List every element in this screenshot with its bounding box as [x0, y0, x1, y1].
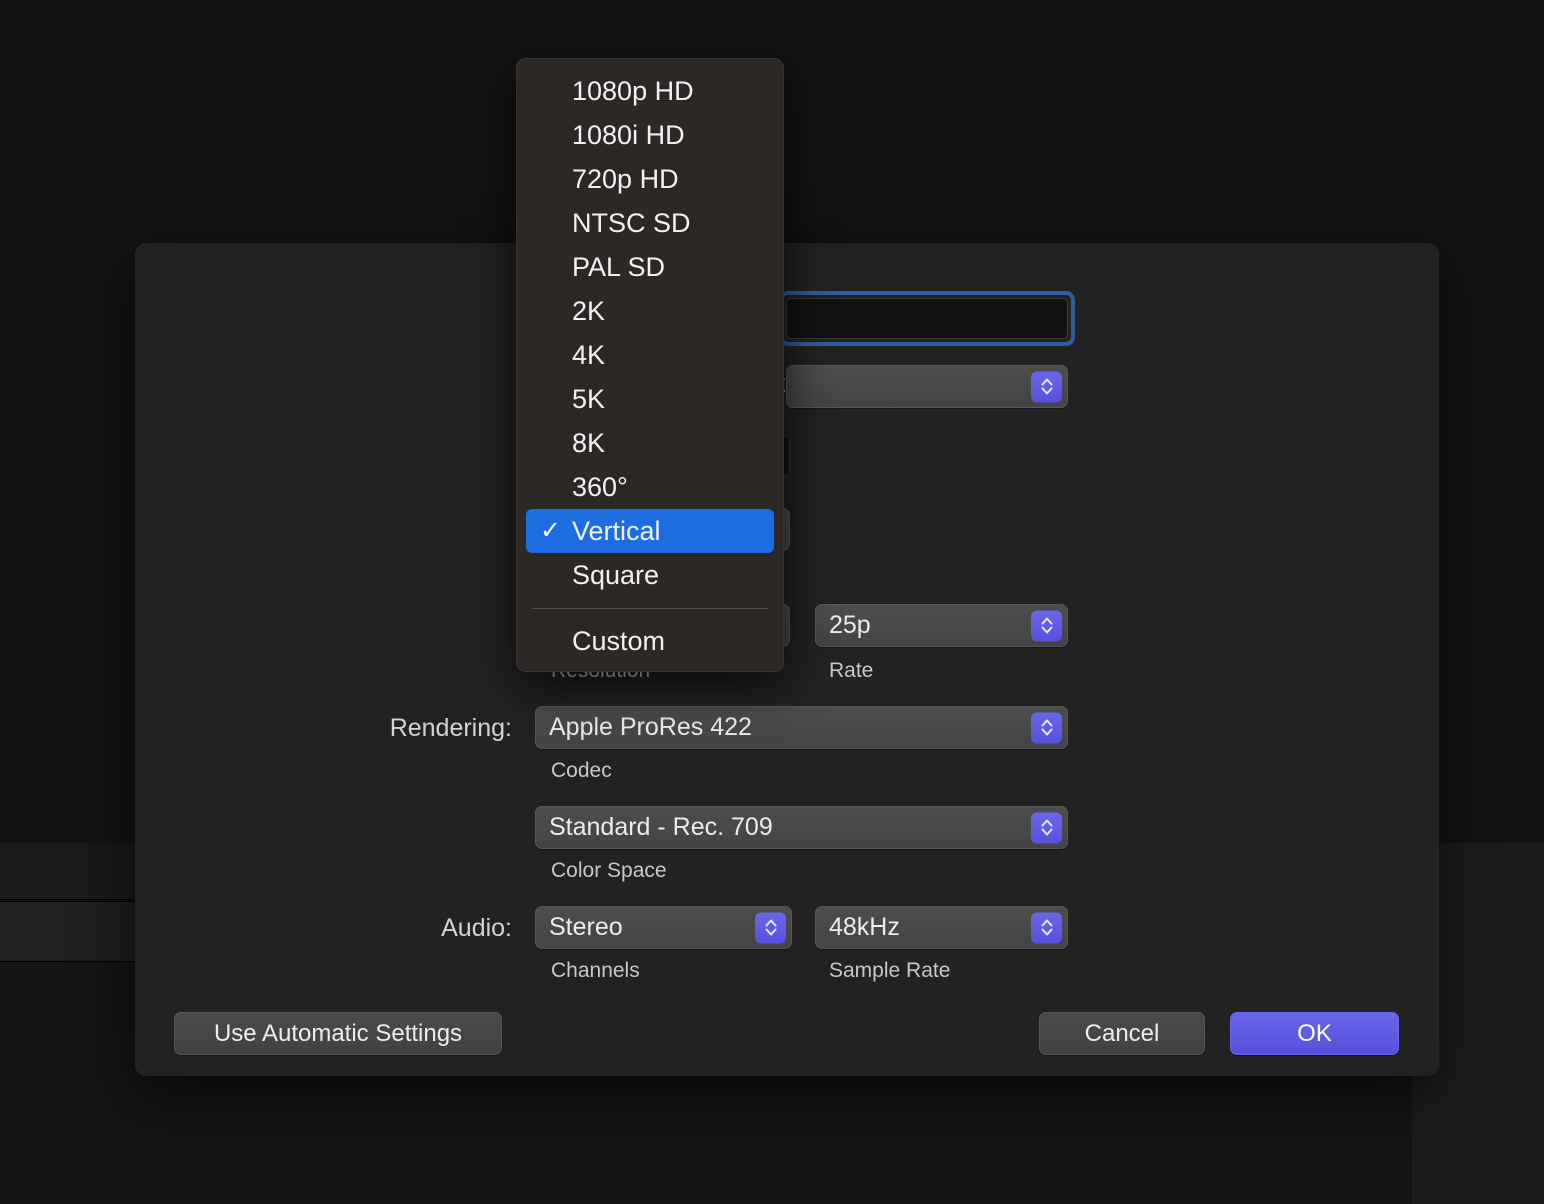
- chevron-updown-icon: [1031, 371, 1062, 402]
- menu-item-label: 720p HD: [572, 163, 679, 194]
- color-space-value: Standard - Rec. 709: [549, 813, 773, 841]
- in-event-select[interactable]: [786, 365, 1068, 408]
- menu-item-360[interactable]: 360°: [526, 465, 774, 509]
- rendering-codec-select[interactable]: Apple ProRes 422: [535, 706, 1068, 749]
- codec-sublabel: Codec: [551, 759, 612, 782]
- use-automatic-settings-button[interactable]: Use Automatic Settings: [174, 1012, 502, 1055]
- menu-item-label: Vertical: [572, 515, 661, 546]
- audio-sample-rate-value: 48kHz: [829, 913, 900, 941]
- video-rate-select[interactable]: 25p: [815, 604, 1068, 647]
- menu-item-list: 1080p HD 1080i HD 720p HD NTSC SD PAL SD 2K 4K…: [526, 69, 774, 663]
- color-space-select[interactable]: Standard - Rec. 709: [535, 806, 1068, 849]
- menu-item-8k[interactable]: 8K: [526, 421, 774, 465]
- menu-item-square[interactable]: Square: [526, 553, 774, 597]
- chevron-updown-icon: [1031, 812, 1062, 843]
- app-root: Project Name In Event Starting Timecode …: [0, 0, 1544, 1204]
- project-settings-dialog: Project Name In Event Starting Timecode …: [135, 243, 1439, 1076]
- cancel-button[interactable]: Cancel: [1039, 1012, 1205, 1055]
- video-rate-value: 25p: [829, 611, 871, 639]
- menu-separator: [532, 608, 768, 609]
- audio-channels-value: Stereo: [549, 913, 623, 941]
- menu-item-720p-hd[interactable]: 720p HD: [526, 157, 774, 201]
- menu-item-label: Square: [572, 559, 660, 590]
- ok-button[interactable]: OK: [1230, 1012, 1399, 1055]
- rendering-codec-value: Apple ProRes 422: [549, 713, 752, 741]
- sample-rate-sublabel: Sample Rate: [829, 959, 951, 982]
- menu-item-label: 4K: [572, 339, 606, 370]
- menu-item-2k[interactable]: 2K: [526, 289, 774, 333]
- menu-item-4k[interactable]: 4K: [526, 333, 774, 377]
- menu-item-5k[interactable]: 5K: [526, 377, 774, 421]
- check-icon: ✓: [540, 516, 561, 545]
- menu-item-custom[interactable]: Custom: [526, 619, 774, 663]
- channels-sublabel: Channels: [551, 959, 640, 982]
- menu-item-label: Custom: [572, 625, 666, 656]
- menu-item-label: 8K: [572, 427, 606, 458]
- menu-item-label: NTSC SD: [572, 207, 691, 238]
- menu-item-vertical[interactable]: ✓ Vertical: [526, 509, 774, 553]
- menu-item-label: PAL SD: [572, 251, 666, 282]
- menu-item-label: 1080i HD: [572, 119, 685, 150]
- menu-item-pal-sd[interactable]: PAL SD: [526, 245, 774, 289]
- audio-sample-rate-select[interactable]: 48kHz: [815, 906, 1068, 949]
- audio-channels-select[interactable]: Stereo: [535, 906, 792, 949]
- rendering-label: Rendering:: [389, 714, 512, 742]
- menu-item-label: 2K: [572, 295, 606, 326]
- color-space-sublabel: Color Space: [551, 859, 667, 882]
- chevron-updown-icon: [755, 912, 786, 943]
- chevron-updown-icon: [1031, 912, 1062, 943]
- chevron-updown-icon: [1031, 610, 1062, 641]
- chevron-updown-icon: [1031, 712, 1062, 743]
- video-format-dropdown-menu: 1080p HD 1080i HD 720p HD NTSC SD PAL SD 2K 4K…: [516, 58, 784, 672]
- menu-item-label: 1080p HD: [572, 75, 694, 106]
- rate-sublabel: Rate: [829, 659, 874, 682]
- menu-item-label: 5K: [572, 383, 606, 414]
- menu-item-ntsc-sd[interactable]: NTSC SD: [526, 201, 774, 245]
- menu-item-label: 360°: [572, 471, 628, 502]
- menu-item-1080i-hd[interactable]: 1080i HD: [526, 113, 774, 157]
- menu-item-1080p-hd[interactable]: 1080p HD: [526, 69, 774, 113]
- audio-label: Audio:: [441, 914, 512, 942]
- project-name-input[interactable]: [786, 298, 1068, 339]
